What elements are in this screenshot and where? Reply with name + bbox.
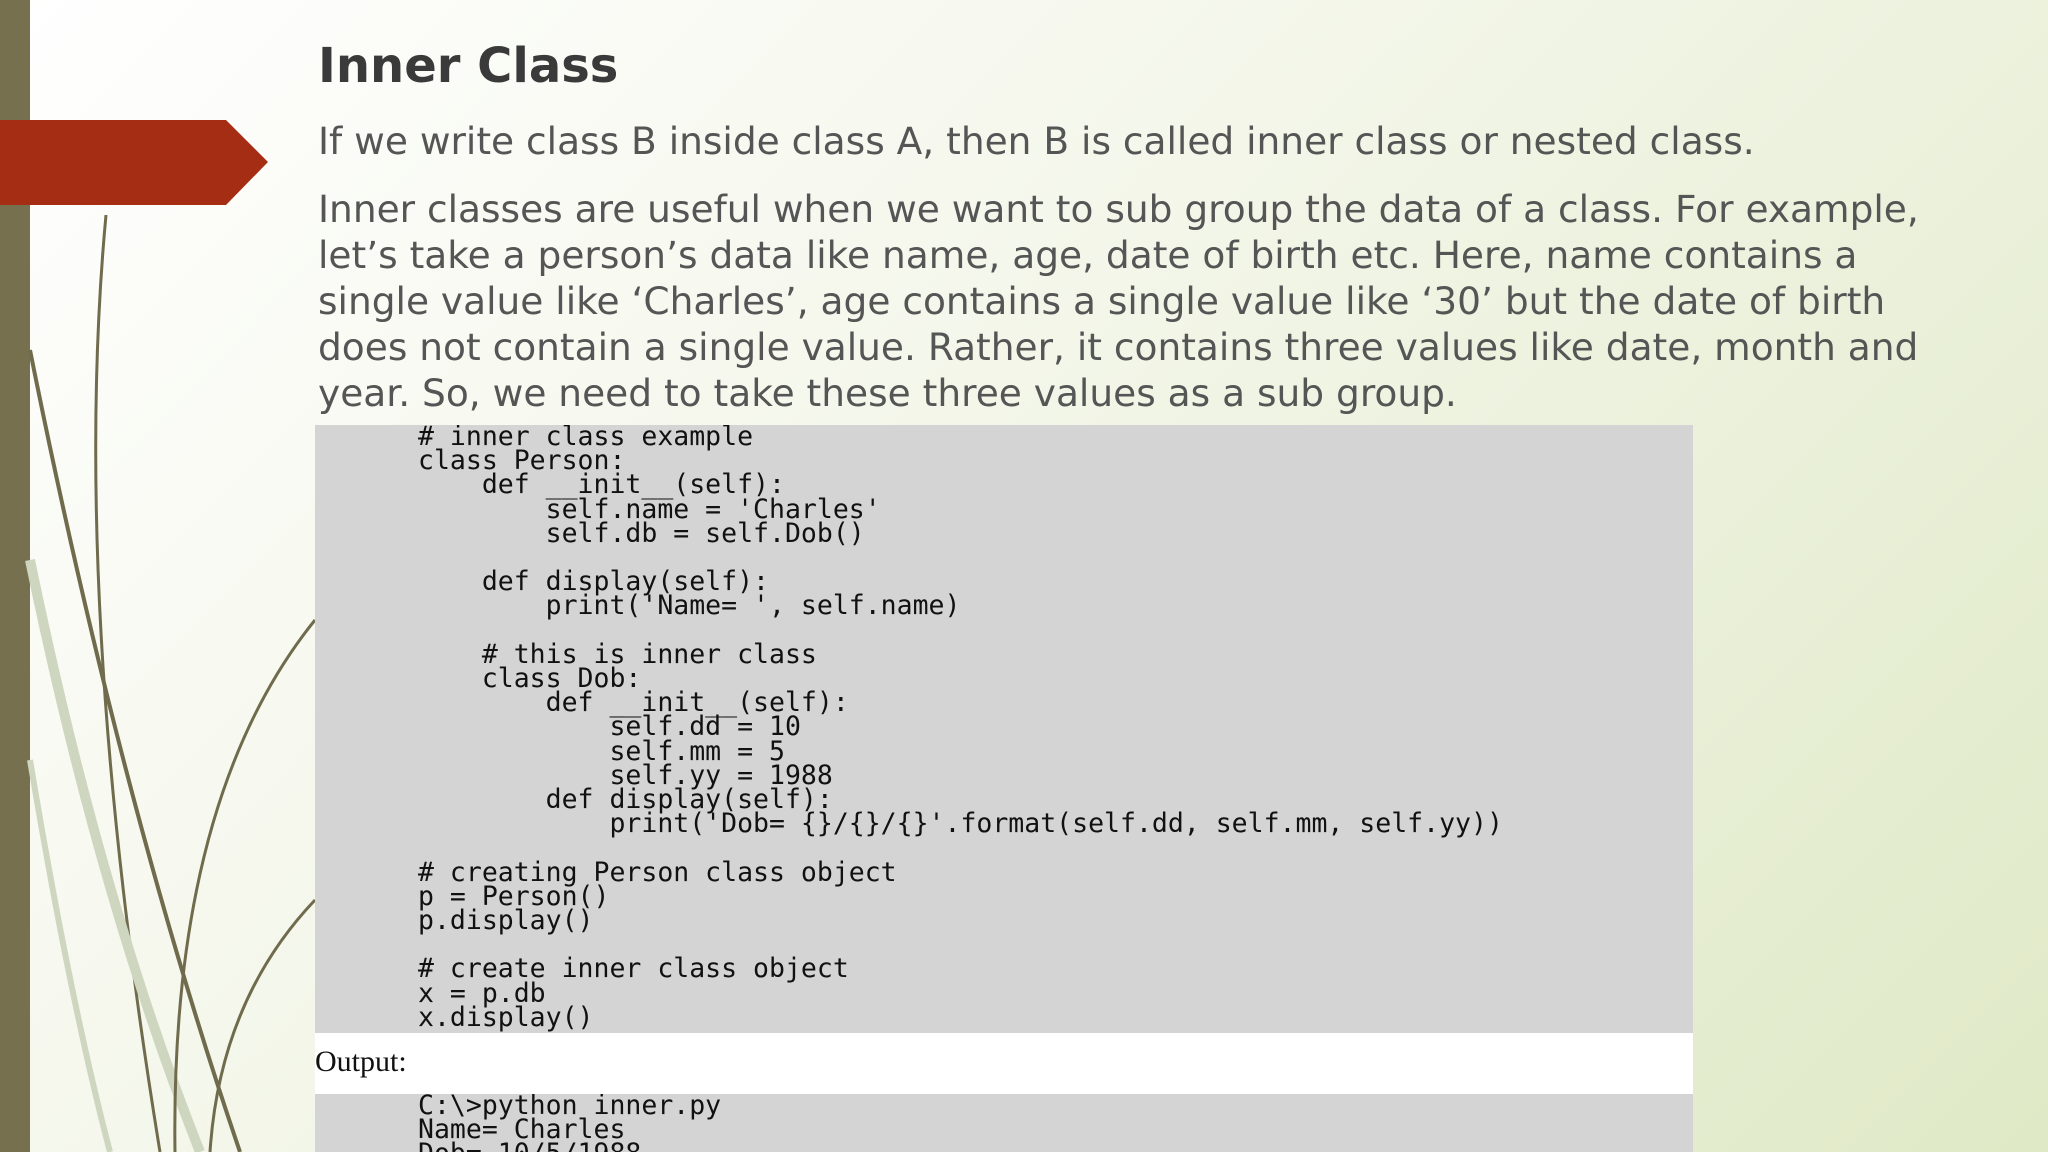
output-label: Output: — [315, 1045, 407, 1078]
code-output: C:\>python inner.py Name= Charles Dob= 1… — [315, 1094, 1693, 1152]
code-source: # inner class example class Person: def … — [418, 425, 1503, 1033]
accent-arrow — [0, 120, 268, 205]
explanation-paragraph: Inner classes are useful when we want to… — [318, 187, 1919, 415]
intro-paragraph: If we write class B inside class A, then… — [318, 119, 1755, 163]
slide-title: Inner Class — [318, 38, 619, 94]
output-label-strip: Output: — [315, 1033, 1693, 1094]
output-text: C:\>python inner.py Name= Charles Dob= 1… — [418, 1094, 722, 1152]
code-example: # inner class example class Person: def … — [315, 425, 1693, 1033]
